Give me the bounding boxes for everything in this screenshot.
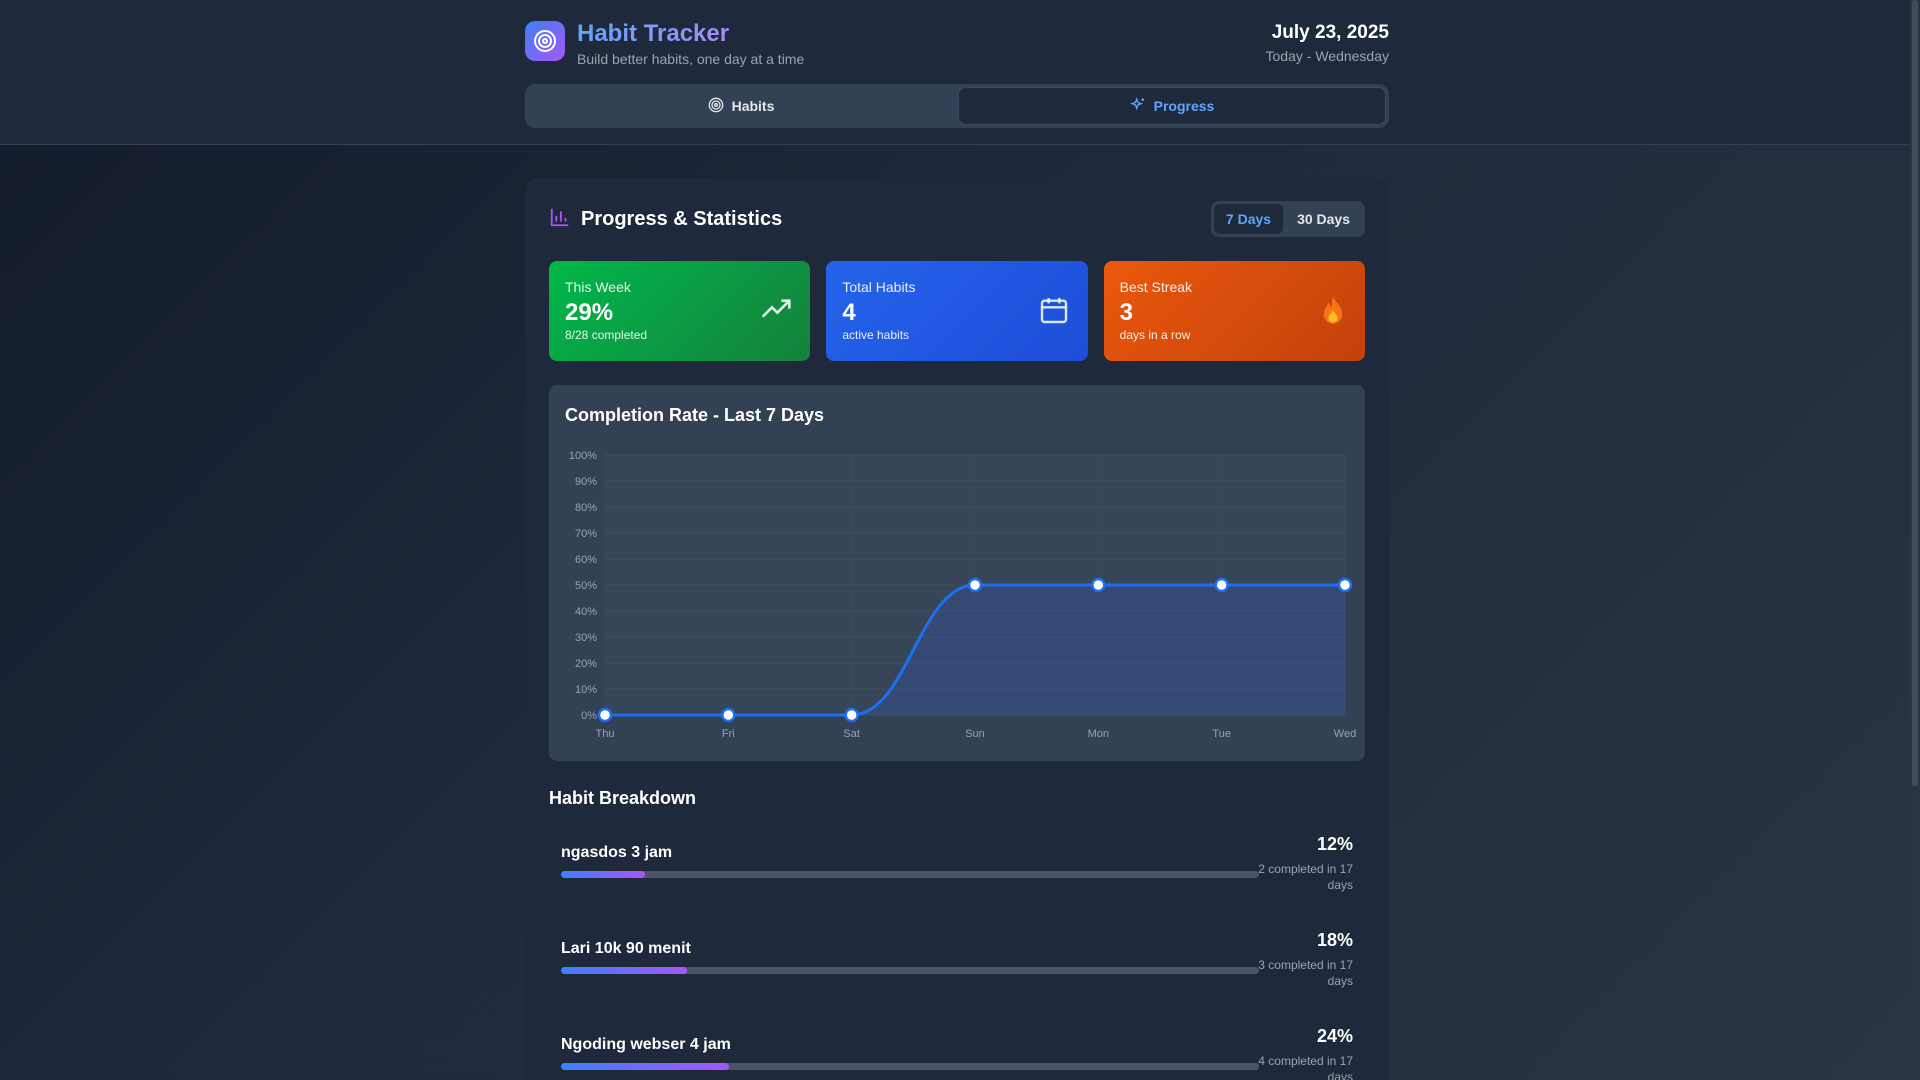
stat-card-value: 3 — [1119, 299, 1134, 326]
main-tabs: Habits Progress — [525, 84, 1389, 128]
habit-progress-track — [561, 967, 1259, 974]
habit-breakdown-row: Ngoding webser 4 jam 24% 4 completed in … — [549, 1018, 1365, 1080]
y-tick-label: 70% — [575, 528, 597, 540]
calendar-icon — [1038, 294, 1070, 331]
data-point — [1337, 577, 1353, 593]
current-date: July 23, 2025 — [1271, 22, 1389, 43]
breakdown-title: Habit Breakdown — [549, 788, 697, 808]
x-tick-label: Wed — [1334, 728, 1356, 740]
stat-card-this-week: This Week 29% 8/28 completed — [549, 261, 811, 361]
line-chart-svg: 0% 10% 20% 30% 40% 50% 60% 70% 80% 90% 100% Thu Fri S… — [569, 450, 1356, 740]
app-subtitle: Build better habits, one day at a time — [577, 51, 805, 67]
data-point — [844, 707, 859, 723]
target-icon — [708, 97, 724, 116]
data-point — [597, 707, 613, 723]
habit-detail: 3 completed in 17 days — [1258, 958, 1353, 988]
panel-title: Progress & Statistics — [581, 208, 783, 230]
range-toggle: 7 Days 30 Days — [1210, 201, 1365, 237]
scrollbar-thumb[interactable] — [1912, 0, 1918, 786]
habit-percent: 12% — [1316, 834, 1353, 854]
bar-chart-icon — [549, 206, 571, 233]
data-point — [1091, 577, 1106, 593]
sparkles-icon — [1129, 96, 1146, 116]
page-scrollbar[interactable] — [1910, 0, 1920, 1080]
completion-chart: Completion Rate - Last 7 Days 0% 10% 20% 30… — [549, 385, 1365, 761]
x-tick-label: Sat — [843, 728, 860, 740]
y-tick-label: 90% — [575, 476, 597, 488]
y-tick-label: 10% — [575, 684, 597, 696]
tab-progress[interactable]: Progress — [958, 87, 1386, 125]
x-tick-label: Fri — [722, 728, 735, 740]
y-tick-label: 30% — [575, 632, 597, 644]
habit-breakdown-row: Lari 10k 90 menit 18% 3 completed in 17 … — [549, 922, 1365, 1002]
habit-progress-fill — [561, 871, 645, 878]
fire-icon — [1319, 294, 1347, 331]
habit-progress-fill — [561, 967, 687, 974]
x-tick-label: Tue — [1212, 728, 1231, 740]
habit-breakdown-row: ngasdos 3 jam 12% 2 completed in 17 days — [549, 826, 1365, 906]
y-tick-label: 60% — [575, 554, 597, 566]
header: Habit Tracker Build better habits, one d… — [525, 20, 1389, 70]
habit-name: Ngoding webser 4 jam — [561, 1036, 731, 1053]
stat-cards: This Week 29% 8/28 completed Total Habit… — [549, 261, 1365, 361]
habit-name: ngasdos 3 jam — [561, 844, 673, 861]
x-tick-label: Sun — [965, 728, 985, 740]
data-point — [1214, 577, 1229, 593]
trending-up-icon — [760, 294, 792, 331]
habit-progress-track — [561, 871, 1259, 878]
habit-detail: 2 completed in 17 days — [1258, 862, 1353, 892]
habit-progress-fill — [561, 1063, 729, 1070]
target-logo-icon — [525, 21, 565, 61]
data-point — [967, 577, 983, 593]
y-tick-label: 50% — [575, 580, 597, 592]
habit-percent: 18% — [1316, 930, 1353, 950]
y-tick-label: 0% — [581, 710, 597, 722]
stat-card-best-streak: Best Streak 3 days in a row — [1103, 261, 1365, 361]
range-30-days-button[interactable]: 30 Days — [1285, 204, 1362, 234]
y-tick-label: 80% — [575, 502, 597, 514]
progress-panel: Progress & Statistics 7 Days 30 Days Thi… — [525, 178, 1389, 1080]
habit-progress-track — [561, 1063, 1259, 1070]
current-weekday: Today - Wednesday — [1265, 48, 1389, 64]
data-point — [721, 707, 736, 723]
y-tick-label: 20% — [575, 658, 597, 670]
x-tick-label: Thu — [596, 728, 615, 740]
y-tick-label: 100% — [569, 450, 597, 462]
habit-detail: 4 completed in 17 days — [1258, 1054, 1353, 1080]
stat-card-sub: days in a row — [1119, 328, 1191, 342]
tab-progress-label: Progress — [1153, 98, 1215, 114]
x-tick-label: Mon — [1088, 728, 1109, 740]
panel-header: Progress & Statistics — [549, 206, 782, 233]
app-title: Habit Tracker — [577, 20, 730, 47]
top-bar: Habit Tracker Build better habits, one d… — [0, 0, 1920, 145]
tab-habits[interactable]: Habits — [528, 87, 954, 125]
y-tick-label: 40% — [575, 606, 597, 618]
stat-card-label: Total Habits — [842, 279, 916, 295]
habit-percent: 24% — [1316, 1026, 1353, 1046]
stat-card-label: Best Streak — [1119, 279, 1193, 295]
stat-card-label: This Week — [565, 279, 631, 295]
habit-name: Lari 10k 90 menit — [561, 940, 691, 957]
tab-habits-label: Habits — [731, 98, 775, 114]
stat-card-total-habits: Total Habits 4 active habits — [826, 261, 1088, 361]
range-7-days-button[interactable]: 7 Days — [1213, 204, 1284, 234]
